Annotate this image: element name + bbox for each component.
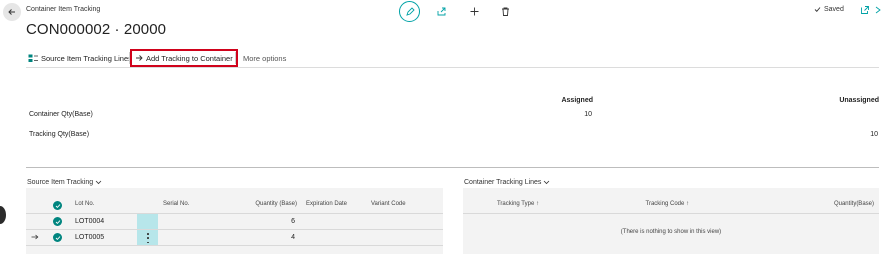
page-caption: Container Item Tracking xyxy=(26,6,101,13)
delete-icon xyxy=(501,7,509,16)
row-actions-button[interactable] xyxy=(146,233,150,243)
container-tracking-lines-title[interactable]: Container Tracking Lines xyxy=(464,179,550,186)
more-dots-icon xyxy=(147,233,149,235)
separator xyxy=(235,52,236,64)
unassigned-header: Unassigned xyxy=(839,97,879,104)
more-options-label: More options xyxy=(243,53,287,63)
expiration-date-column-header[interactable]: Expiration Date xyxy=(306,201,347,207)
open-new-window-button[interactable] xyxy=(859,4,871,16)
delete-button[interactable] xyxy=(497,3,513,19)
row-divider xyxy=(26,245,443,246)
row-divider xyxy=(26,213,443,214)
arrow-left-icon xyxy=(8,9,15,15)
source-item-tracking-lines-label: Source Item Tracking Lines xyxy=(41,53,132,63)
add-icon xyxy=(470,7,478,15)
add-tracking-to-container-action[interactable]: Add Tracking to Container xyxy=(130,49,238,67)
tracking-qty-label: Tracking Qty(Base) xyxy=(29,131,90,138)
serial-no-column-header[interactable]: Serial No. xyxy=(163,201,189,207)
check-icon xyxy=(55,235,60,240)
new-button[interactable] xyxy=(466,3,482,19)
container-tracking-lines-title-label: Container Tracking Lines xyxy=(464,179,542,186)
chevron-down-icon xyxy=(544,180,550,185)
variant-code-column-header[interactable]: Variant Code xyxy=(371,201,406,207)
collapse-button[interactable] xyxy=(873,4,881,16)
share-icon xyxy=(437,7,445,15)
container-qty-label: Container Qty(Base) xyxy=(29,111,93,118)
arrow-right-icon xyxy=(136,55,143,61)
source-item-tracking-lines-action[interactable]: Source Item Tracking Lines xyxy=(28,51,132,65)
row-checkbox[interactable] xyxy=(53,233,62,242)
empty-state-message: (There is nothing to show in this view) xyxy=(620,229,722,235)
saved-status: Saved xyxy=(814,6,844,13)
tracking-qty-unassigned: 10 xyxy=(870,131,878,138)
saved-label: Saved xyxy=(824,6,844,13)
tracking-code-column-header[interactable]: Tracking Code ↑ xyxy=(630,201,689,207)
quantity-cell[interactable]: 6 xyxy=(230,218,295,225)
lines-icon xyxy=(28,54,38,62)
quantity-cell[interactable]: 4 xyxy=(230,234,295,241)
source-item-tracking-title[interactable]: Source Item Tracking xyxy=(27,179,102,186)
tracking-type-column-header[interactable]: Tracking Type ↑ xyxy=(480,201,539,207)
separator xyxy=(129,52,130,64)
select-all-checkbox[interactable] xyxy=(53,201,62,210)
more-dots-icon xyxy=(147,237,149,239)
source-item-tracking-title-label: Source Item Tracking xyxy=(27,179,94,186)
check-icon xyxy=(55,203,60,208)
lot-no-column-header[interactable]: Lot No. xyxy=(75,201,94,207)
check-icon xyxy=(814,7,821,12)
section-divider xyxy=(26,167,879,168)
row-pointer-arrow-icon xyxy=(31,234,39,240)
edit-icon xyxy=(405,6,415,16)
row-checkbox[interactable] xyxy=(53,217,62,226)
collapse-icon xyxy=(875,6,881,14)
row-divider xyxy=(463,213,879,214)
lot-no-cell[interactable]: LOT0004 xyxy=(75,218,104,225)
row-divider xyxy=(26,229,443,230)
container-tracking-grid xyxy=(463,188,879,254)
edit-button[interactable] xyxy=(399,1,420,22)
assigned-header: Assigned xyxy=(561,97,593,104)
add-tracking-to-container-label: Add Tracking to Container xyxy=(146,53,233,63)
action-bar: Source Item Tracking Lines Add Tracking … xyxy=(26,48,879,68)
more-dots-icon xyxy=(147,241,149,243)
quantity-base-column-header[interactable]: Quantity(Base) xyxy=(800,201,874,207)
share-button[interactable] xyxy=(433,3,449,19)
edge-handle xyxy=(0,206,6,224)
quantity-base-column-header[interactable]: Quantity (Base) xyxy=(230,201,297,207)
open-in-new-icon xyxy=(861,6,869,14)
page-title: CON000002 · 20000 xyxy=(26,21,167,38)
container-qty-assigned: 10 xyxy=(584,111,592,118)
back-button[interactable] xyxy=(3,3,21,21)
more-options-action[interactable]: More options xyxy=(243,51,286,65)
lot-no-cell[interactable]: LOT0005 xyxy=(75,234,104,241)
check-icon xyxy=(55,219,60,224)
chevron-down-icon xyxy=(95,180,102,185)
